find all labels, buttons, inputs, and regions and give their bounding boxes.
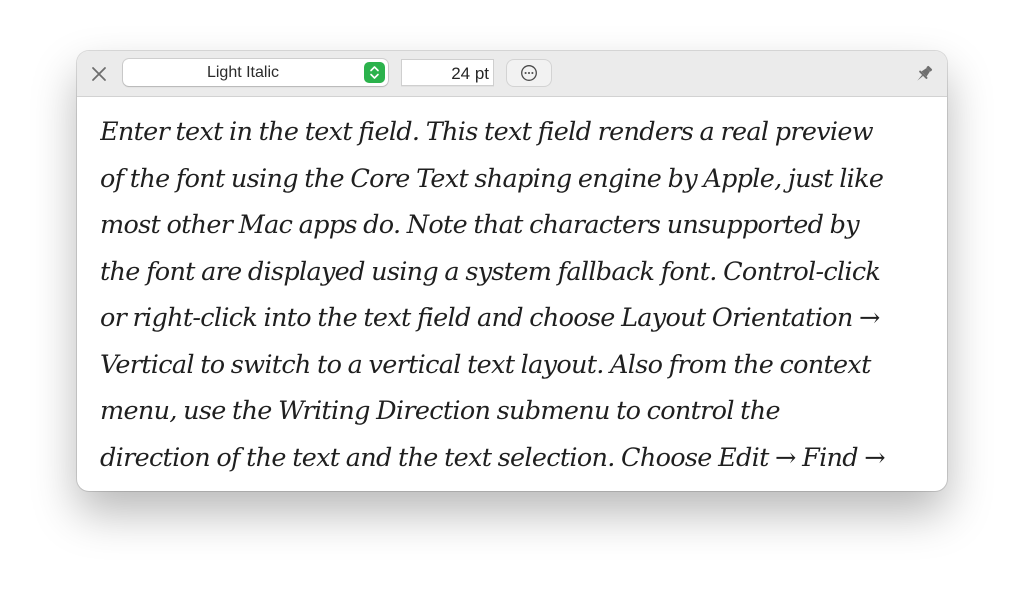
toolbar: Light Italic 24 pt	[77, 51, 947, 97]
close-icon	[92, 67, 106, 81]
preview-line: direction of the text and the text selec…	[100, 442, 886, 473]
preview-line: most other Mac apps do. Note that charac…	[100, 210, 860, 240]
font-size-value: 24 pt	[451, 64, 489, 83]
preview-text-field[interactable]: Enter text in the text field. This text …	[100, 109, 928, 481]
font-size-field[interactable]: 24 pt	[401, 59, 494, 86]
preview-line: Enter text in the text field. This text …	[100, 117, 874, 147]
font-style-select[interactable]: Light Italic	[123, 59, 388, 86]
more-options-button[interactable]	[507, 60, 551, 86]
ellipsis-circle-icon	[521, 65, 537, 81]
preview-line: menu, use the Writing Direction submenu …	[100, 396, 781, 426]
pin-button[interactable]	[913, 63, 935, 85]
preview-line: of the font using the Core Text shaping …	[100, 163, 884, 194]
font-preview-window: Light Italic 24 pt Enter text in the tex…	[77, 51, 947, 491]
preview-line: Vertical to switch to a vertical text la…	[100, 349, 871, 380]
pin-icon	[917, 65, 933, 81]
close-button[interactable]	[89, 64, 109, 84]
preview-line: the font are displayed using a system fa…	[100, 256, 881, 287]
up-down-chevron-icon	[364, 62, 385, 83]
preview-line: or right-click into the text field and c…	[100, 303, 880, 333]
font-style-value: Light Italic	[206, 64, 280, 81]
